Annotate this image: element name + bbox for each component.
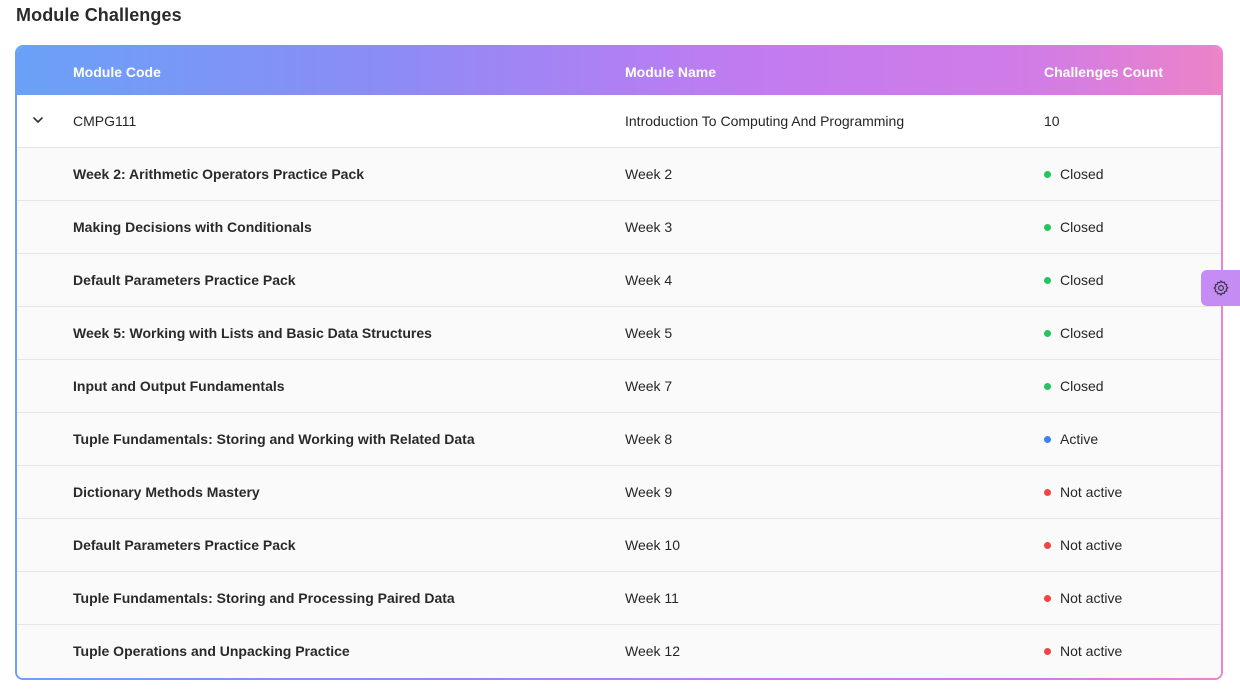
chevron-down-icon[interactable]	[31, 113, 45, 127]
status-badge: Not active	[1044, 590, 1122, 606]
status-badge: Not active	[1044, 484, 1122, 500]
module-challenges-table: Module Code Module Name Challenges Count…	[15, 45, 1223, 680]
module-name: Introduction To Computing And Programmin…	[625, 113, 905, 129]
status-badge: Closed	[1044, 219, 1104, 235]
challenge-row[interactable]: Tuple Fundamentals: Storing and Processi…	[17, 572, 1221, 625]
column-header-challenges-count[interactable]: Challenges Count	[1044, 64, 1163, 80]
status-dot-icon	[1044, 488, 1051, 496]
challenge-title: Tuple Fundamentals: Storing and Processi…	[73, 590, 455, 606]
challenge-week: Week 4	[625, 272, 673, 288]
status-dot-icon	[1044, 276, 1051, 284]
challenge-week: Week 3	[625, 219, 673, 235]
status-dot-icon	[1044, 435, 1051, 443]
challenge-title: Input and Output Fundamentals	[73, 378, 285, 394]
challenge-row[interactable]: Default Parameters Practice Pack Week 10 N…	[17, 519, 1221, 572]
status-badge: Closed	[1044, 166, 1104, 182]
challenges-count: 10	[1044, 113, 1060, 129]
challenge-week: Week 12	[625, 643, 680, 659]
table-body: CMPG111 Introduction To Computing And Pr…	[17, 95, 1221, 678]
table-header: Module Code Module Name Challenges Count	[17, 47, 1221, 95]
gear-icon	[1212, 279, 1230, 297]
status-dot-icon	[1044, 170, 1051, 178]
status-label: Active	[1060, 431, 1099, 447]
challenge-week: Week 11	[625, 590, 679, 606]
status-label: Not active	[1060, 537, 1123, 553]
challenge-row[interactable]: Week 5: Working with Lists and Basic Dat…	[17, 307, 1221, 360]
challenge-row[interactable]: Week 2: Arithmetic Operators Practice Pa…	[17, 148, 1221, 201]
status-label: Closed	[1060, 219, 1104, 235]
challenge-row[interactable]: Input and Output Fundamentals Week 7 Close…	[17, 360, 1221, 413]
challenge-title: Default Parameters Practice Pack	[73, 272, 296, 288]
status-label: Not active	[1060, 484, 1123, 500]
challenge-week: Week 5	[625, 325, 673, 341]
status-badge: Active	[1044, 431, 1098, 447]
status-label: Closed	[1060, 378, 1104, 394]
challenge-week: Week 9	[625, 484, 673, 500]
status-label: Not active	[1060, 643, 1123, 659]
challenge-title: Making Decisions with Conditionals	[73, 219, 312, 235]
status-dot-icon	[1044, 382, 1051, 390]
challenge-title: Tuple Fundamentals: Storing and Working …	[73, 431, 475, 447]
challenge-week: Week 2	[625, 166, 673, 182]
challenge-title: Tuple Operations and Unpacking Practice	[73, 643, 350, 659]
challenge-week: Week 10	[625, 537, 680, 553]
status-dot-icon	[1044, 223, 1051, 231]
status-label: Not active	[1060, 590, 1123, 606]
status-dot-icon	[1044, 647, 1051, 655]
status-dot-icon	[1044, 541, 1051, 549]
challenge-title: Dictionary Methods Mastery	[73, 484, 260, 500]
status-label: Closed	[1060, 166, 1104, 182]
status-badge: Closed	[1044, 325, 1104, 341]
settings-button[interactable]	[1201, 270, 1240, 306]
module-row[interactable]: CMPG111 Introduction To Computing And Pr…	[17, 95, 1221, 148]
status-badge: Closed	[1044, 378, 1104, 394]
challenge-title: Default Parameters Practice Pack	[73, 537, 296, 553]
challenge-title: Week 5: Working with Lists and Basic Dat…	[73, 325, 432, 341]
status-dot-icon	[1044, 329, 1051, 337]
challenge-row[interactable]: Making Decisions with Conditionals Week 3…	[17, 201, 1221, 254]
challenge-title: Week 2: Arithmetic Operators Practice Pa…	[73, 166, 365, 182]
status-badge: Not active	[1044, 537, 1122, 553]
status-badge: Closed	[1044, 272, 1104, 288]
challenge-week: Week 7	[625, 378, 673, 394]
module-code: CMPG111	[73, 113, 137, 129]
challenge-row[interactable]: Tuple Fundamentals: Storing and Working …	[17, 413, 1221, 466]
status-badge: Not active	[1044, 643, 1122, 659]
challenge-row[interactable]: Dictionary Methods Mastery Week 9 Not acti…	[17, 466, 1221, 519]
column-header-module-name[interactable]: Module Name	[625, 64, 716, 80]
status-dot-icon	[1044, 594, 1051, 602]
challenge-row[interactable]: Default Parameters Practice Pack Week 4 Cl…	[17, 254, 1221, 307]
column-header-module-code[interactable]: Module Code	[73, 64, 161, 80]
challenge-row[interactable]: Tuple Operations and Unpacking Practice W…	[17, 625, 1221, 678]
status-label: Closed	[1060, 325, 1104, 341]
page-title: Module Challenges	[16, 5, 182, 25]
status-label: Closed	[1060, 272, 1104, 288]
challenge-week: Week 8	[625, 431, 673, 447]
